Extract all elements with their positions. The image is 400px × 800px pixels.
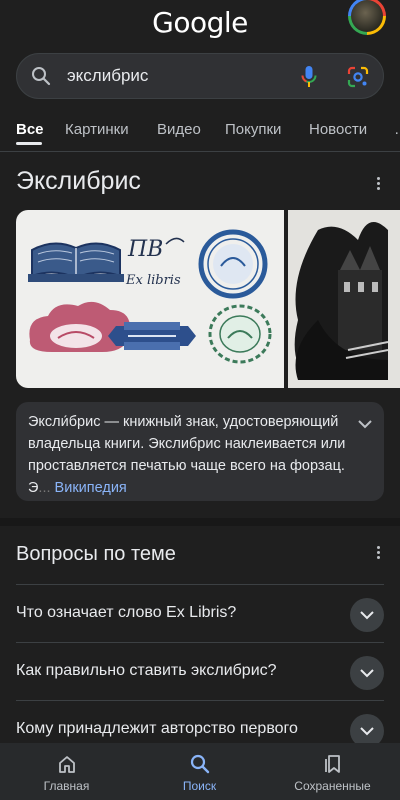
- nav-search[interactable]: Поиск: [133, 743, 266, 800]
- description-card[interactable]: Эксли́брис — книжный знак, удостоверяющи…: [16, 402, 384, 501]
- tab-more[interactable]: …: [394, 121, 400, 138]
- tab-all[interactable]: Все: [16, 121, 44, 138]
- tabs-divider: [0, 151, 400, 152]
- question-text: Как правильно ставить экслибрис?: [16, 662, 277, 679]
- svg-text:Ex libris: Ex libris: [125, 273, 181, 288]
- bottom-navigation: Главная Поиск Сохраненные: [0, 743, 400, 800]
- monogram-emblem: ПВ Ex libris: [125, 237, 185, 288]
- tab-video[interactable]: Видео: [157, 121, 201, 138]
- home-icon: [59, 756, 75, 773]
- wikipedia-link[interactable]: Википедия: [55, 480, 127, 496]
- chevron-down-icon[interactable]: [358, 414, 372, 436]
- tab-images[interactable]: Картинки: [65, 121, 129, 138]
- related-questions-options-icon[interactable]: [375, 546, 381, 561]
- mic-icon[interactable]: [301, 65, 317, 94]
- round-seal-emblem: [198, 229, 268, 299]
- search-tabs: Все Картинки Видео Покупки Новости …: [16, 117, 400, 151]
- wreath-emblem: [208, 304, 272, 364]
- expand-button[interactable]: [350, 598, 384, 632]
- search-icon: [190, 754, 210, 774]
- knowledge-panel-title: Экслибрис: [16, 167, 141, 195]
- bookmarks-icon: [325, 755, 340, 773]
- active-tab-indicator: [16, 142, 42, 145]
- nav-saved-label: Сохраненные: [294, 779, 371, 793]
- question-text: Что означает слово Ex Libris?: [16, 604, 237, 621]
- tab-news[interactable]: Новости: [309, 121, 367, 138]
- google-logo[interactable]: Google: [0, 6, 400, 39]
- nav-home-label: Главная: [43, 779, 90, 793]
- question-row[interactable]: Как правильно ставить экслибрис?: [16, 642, 384, 701]
- nav-saved[interactable]: Сохраненные: [266, 743, 399, 800]
- exlibris-image-second[interactable]: [288, 210, 400, 388]
- nav-search-label: Поиск: [182, 779, 217, 793]
- svg-text:ПВ: ПВ: [127, 237, 163, 262]
- related-questions-title: Вопросы по теме: [16, 543, 176, 565]
- question-row[interactable]: Что означает слово Ex Libris?: [16, 584, 384, 643]
- more-options-icon[interactable]: [375, 177, 381, 192]
- exlibris-image-collage[interactable]: ПВ Ex libris: [16, 210, 284, 388]
- section-separator: [0, 518, 400, 526]
- expand-button[interactable]: [350, 656, 384, 690]
- search-bar[interactable]: [16, 53, 384, 99]
- ribbon-banner-emblem: [108, 322, 196, 350]
- description-fade: ...: [38, 480, 51, 496]
- book-emblem: [28, 242, 124, 282]
- search-input[interactable]: [67, 63, 287, 89]
- nav-home[interactable]: Главная: [0, 743, 133, 800]
- avatar-image: [351, 0, 383, 32]
- tab-shopping[interactable]: Покупки: [225, 121, 281, 138]
- header: Google: [0, 0, 400, 48]
- google-lens-icon[interactable]: [347, 66, 369, 93]
- search-icon[interactable]: [31, 66, 51, 91]
